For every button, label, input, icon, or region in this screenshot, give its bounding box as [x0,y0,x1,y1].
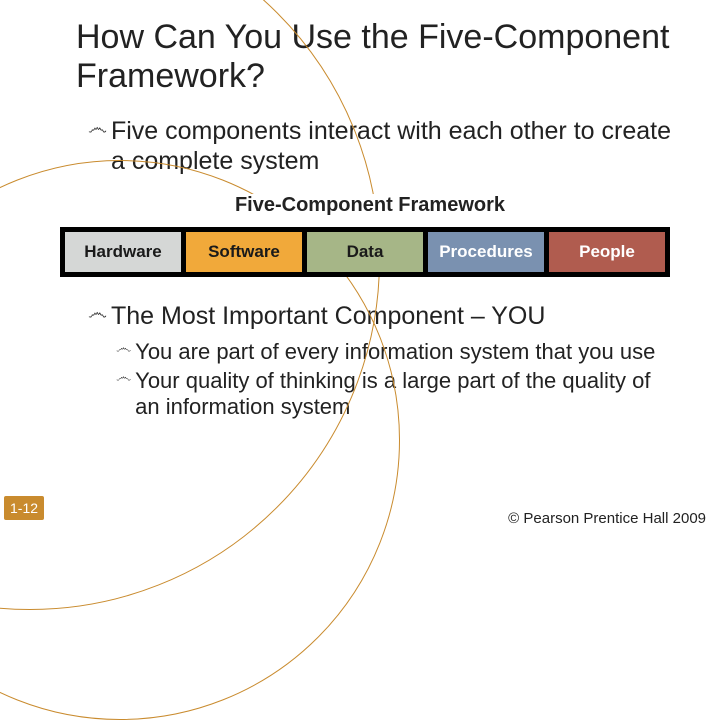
diagram-bar: Hardware Software Data Procedures People [60,227,670,277]
cell-procedures: Procedures [428,232,549,272]
cell-data: Data [307,232,428,272]
bullet-item: ෴ Five components interact with each oth… [88,116,680,176]
cell-hardware: Hardware [65,232,186,272]
diagram-heading: Five-Component Framework [60,194,680,217]
swirl-icon: ෴ [88,301,107,325]
swirl-icon: ෴ [116,339,131,359]
bullet-text: The Most Important Component – YOU [111,301,545,331]
sub-bullet-text: Your quality of thinking is a large part… [135,368,680,421]
sub-bullet-item: ෴ Your quality of thinking is a large pa… [116,368,680,421]
bullet-item: ෴ The Most Important Component – YOU [88,301,680,331]
page-number: 1-12 [4,496,44,520]
sub-bullet-item: ෴ You are part of every information syst… [116,339,680,365]
cell-people: People [549,232,665,272]
slide: How Can You Use the Five-Component Frame… [0,0,720,540]
swirl-icon: ෴ [88,116,107,140]
swirl-icon: ෴ [116,368,131,388]
bullet-text: Five components interact with each other… [111,116,680,176]
copyright: © Pearson Prentice Hall 2009 [508,510,706,528]
slide-title: How Can You Use the Five-Component Frame… [76,18,680,96]
cell-software: Software [186,232,307,272]
framework-diagram: Five-Component Framework Hardware Softwa… [60,194,680,277]
sub-bullet-text: You are part of every information system… [135,339,655,365]
